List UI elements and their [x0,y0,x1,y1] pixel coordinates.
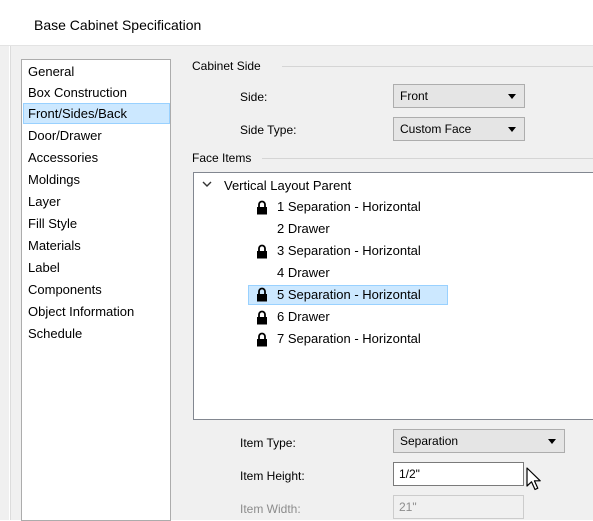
chevron-down-icon [548,439,556,444]
tree-item-6[interactable]: 6 Drawer [277,307,330,327]
chevron-down-icon [508,94,516,99]
item-height-input[interactable]: 1/2" [393,462,524,486]
nav-item-components[interactable]: Components [23,279,170,300]
item-type-label: Item Type: [240,436,296,450]
face-items-tree[interactable]: Vertical Layout Parent 1 Separation - Ho… [193,172,593,420]
lock-icon [257,332,267,347]
lock-icon [257,287,267,302]
nav-item-layer[interactable]: Layer [23,191,170,212]
nav-item-general[interactable]: General [23,61,170,82]
nav-item-moldings[interactable]: Moldings [23,169,170,190]
title-bar: Base Cabinet Specification [0,0,593,46]
side-type-label: Side Type: [240,123,297,137]
tree-item-7[interactable]: 7 Separation - Horizontal [277,329,421,349]
tree-item-4[interactable]: 4 Drawer [277,263,330,283]
cabinet-side-group-line [282,66,593,67]
chevron-down-icon [508,127,516,132]
tree-item-2[interactable]: 2 Drawer [277,219,330,239]
nav-item-box-construction[interactable]: Box Construction [23,82,170,103]
category-list[interactable]: General Box Construction Front/Sides/Bac… [21,59,171,521]
nav-item-schedule[interactable]: Schedule [23,323,170,344]
item-width-label: Item Width: [240,502,301,516]
tree-parent-vertical-layout[interactable]: Vertical Layout Parent [224,176,351,196]
tree-item-5-label: 5 Separation - Horizontal [277,287,421,302]
side-label: Side: [240,90,268,104]
lock-icon [257,310,267,325]
nav-item-front-sides-back[interactable]: Front/Sides/Back [23,103,170,124]
item-type-dropdown-value: Separation [400,434,459,448]
mouse-cursor-icon [526,467,541,491]
face-items-group-label: Face Items [192,151,258,165]
item-height-label: Item Height: [240,469,305,483]
window-left-edge [9,46,11,520]
nav-item-fill-style[interactable]: Fill Style [23,213,170,234]
lock-icon [257,200,267,215]
face-items-group-line [262,158,593,159]
item-width-input[interactable]: 21" [393,495,524,519]
tree-item-5[interactable]: 5 Separation - Horizontal [248,285,448,305]
side-type-dropdown-value: Custom Face [400,122,472,136]
nav-item-object-information[interactable]: Object Information [23,301,170,322]
nav-item-accessories[interactable]: Accessories [23,147,170,168]
tree-item-3[interactable]: 3 Separation - Horizontal [277,241,421,261]
side-dropdown-value: Front [400,89,429,103]
lock-icon [257,244,267,259]
side-type-dropdown[interactable]: Custom Face [393,117,525,141]
nav-item-label[interactable]: Label [23,257,170,278]
nav-item-door-drawer[interactable]: Door/Drawer [23,125,170,146]
window-title: Base Cabinet Specification [34,17,202,33]
item-type-dropdown[interactable]: Separation [393,429,565,453]
cabinet-side-group-label: Cabinet Side [192,59,267,73]
nav-item-materials[interactable]: Materials [23,235,170,256]
chevron-down-icon[interactable] [202,181,212,188]
tree-item-1[interactable]: 1 Separation - Horizontal [277,197,421,217]
side-dropdown[interactable]: Front [393,84,525,108]
